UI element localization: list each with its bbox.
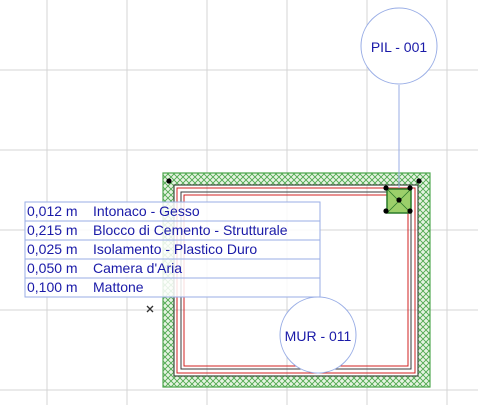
x-mark-icon[interactable] bbox=[146, 305, 154, 313]
layer-label-table[interactable]: 0,012 m Intonaco - Gesso 0,215 m Blocco … bbox=[24, 201, 321, 298]
layer-material: Camera d'Aria bbox=[93, 260, 182, 276]
layer-material: Isolamento - Plastico Duro bbox=[93, 241, 257, 257]
layer-row: 0,215 m Blocco di Cemento - Strutturale bbox=[27, 222, 288, 238]
column-tag[interactable]: PIL - 001 bbox=[360, 7, 438, 188]
layer-thickness: 0,215 m bbox=[27, 222, 78, 238]
layer-row: 0,050 m Camera d'Aria bbox=[27, 260, 182, 276]
layer-row: 0,012 m Intonaco - Gesso bbox=[27, 203, 200, 219]
layer-thickness: 0,012 m bbox=[27, 203, 78, 219]
layer-material: Mattone bbox=[93, 279, 144, 295]
layer-row: 0,025 m Isolamento - Plastico Duro bbox=[27, 241, 257, 257]
layer-thickness: 0,050 m bbox=[27, 260, 78, 276]
layer-thickness: 0,025 m bbox=[27, 241, 78, 257]
column-tag-label: PIL - 001 bbox=[371, 39, 428, 55]
wall-tag[interactable]: MUR - 011 bbox=[279, 296, 357, 374]
layer-material: Blocco di Cemento - Strutturale bbox=[93, 222, 288, 238]
wall-tag-label: MUR - 011 bbox=[285, 328, 352, 344]
plan-canvas[interactable]: PIL - 001 MUR - 011 0,012 m Intonaco - G… bbox=[0, 0, 478, 405]
layer-thickness: 0,100 m bbox=[27, 279, 78, 295]
layer-material: Intonaco - Gesso bbox=[93, 203, 200, 219]
